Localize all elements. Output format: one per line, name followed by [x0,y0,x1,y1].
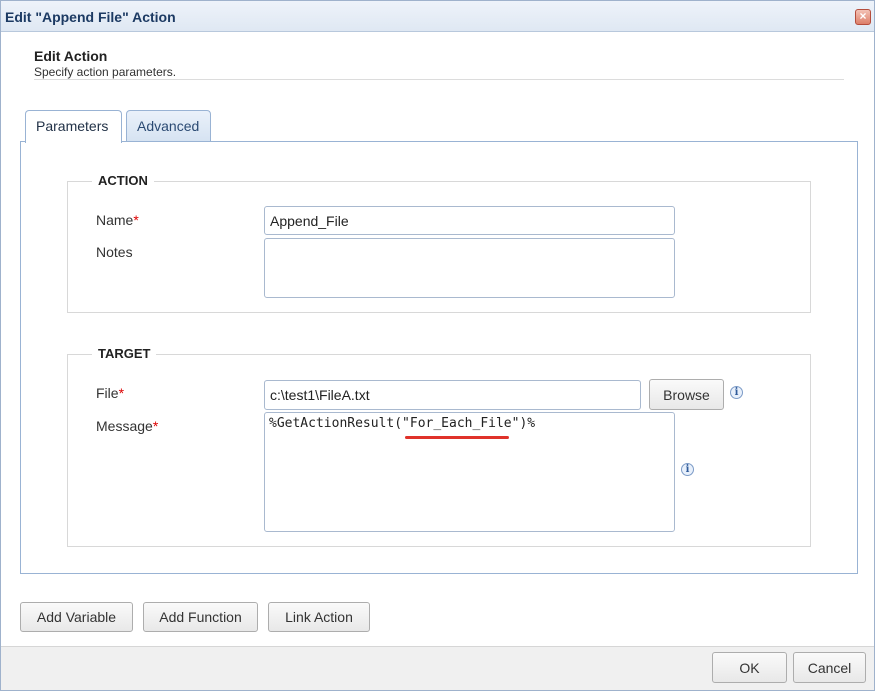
tab-advanced[interactable]: Advanced [126,110,211,141]
browse-button[interactable]: Browse [649,379,724,410]
message-label: Message* [96,418,158,434]
message-textarea[interactable]: %GetActionResult("For_Each_File")% [264,412,675,532]
file-path-input[interactable] [264,380,641,410]
name-label: Name* [96,212,139,228]
title-bar[interactable]: Edit "Append File" Action × [1,1,874,32]
header-title: Edit Action [34,48,108,64]
action-legend: ACTION [92,173,154,188]
tab-parameters[interactable]: Parameters [25,110,122,143]
edit-action-dialog: Edit "Append File" Action × Edit Action … [0,0,875,691]
annotation-underline [405,436,509,439]
header-divider [34,79,844,80]
dialog-title: Edit "Append File" Action [5,9,176,25]
message-info-icon[interactable]: i [681,463,694,476]
ok-button[interactable]: OK [712,652,787,683]
add-variable-button[interactable]: Add Variable [20,602,133,632]
notes-label: Notes [96,244,133,260]
file-label: File* [96,385,124,401]
name-required-mark: * [133,212,139,228]
name-label-text: Name [96,212,134,228]
add-function-button[interactable]: Add Function [143,602,258,632]
file-label-text: File [96,385,119,401]
target-legend: TARGET [92,346,157,361]
header-subtitle: Specify action parameters. [34,65,177,79]
name-input[interactable] [264,206,675,235]
file-info-icon[interactable]: i [730,386,743,399]
message-required-mark: * [152,418,159,434]
message-label-text: Message [96,418,153,434]
close-icon[interactable]: × [855,9,871,25]
cancel-button[interactable]: Cancel [793,652,866,683]
link-action-button[interactable]: Link Action [268,602,370,632]
notes-textarea[interactable] [264,238,675,298]
file-required-mark: * [118,385,125,401]
